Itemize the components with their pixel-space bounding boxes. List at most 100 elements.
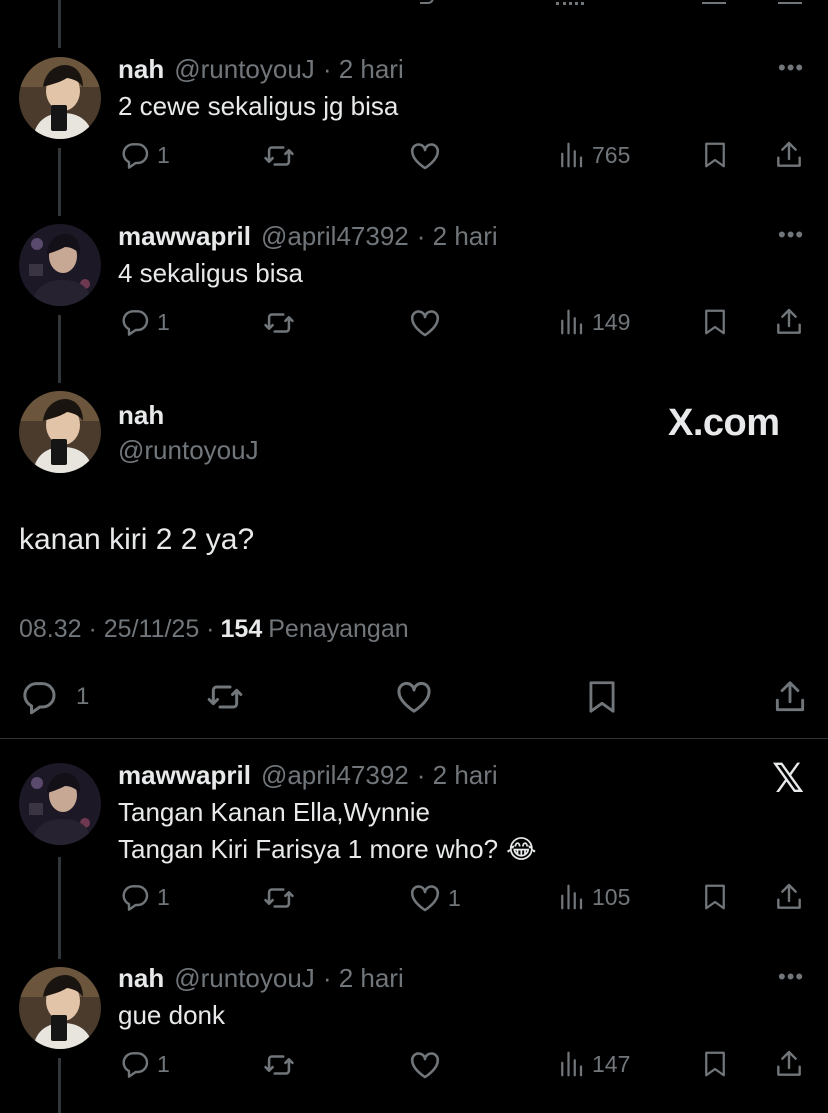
share-button[interactable] (773, 139, 805, 171)
like-button[interactable] (408, 306, 442, 340)
share-icon (773, 306, 805, 338)
display-name[interactable]: nah (118, 400, 164, 431)
emoji: 😂 (506, 834, 537, 864)
retweet-button[interactable] (262, 1048, 296, 1082)
reply-text: gue donk (118, 1000, 225, 1030)
bookmark-button[interactable] (700, 139, 730, 171)
views-button[interactable]: 765 (556, 139, 630, 171)
reply-icon (119, 1048, 151, 1080)
like-button[interactable]: 1 (408, 881, 461, 915)
retweet-button[interactable] (262, 139, 296, 173)
reply-text-line: Tangan Kanan Ella,Wynnie (118, 797, 430, 827)
reply-count: 1 (157, 883, 170, 910)
like-icon (394, 677, 434, 717)
thread-line (58, 148, 61, 216)
bookmark-icon (700, 306, 730, 338)
views-icon (556, 881, 586, 913)
avatar[interactable] (19, 763, 101, 845)
thread-line (58, 315, 61, 383)
post-timestamp[interactable]: 08.32 · 25/11/25 · (19, 615, 215, 644)
like-icon (408, 139, 442, 173)
reply-count: 1 (157, 1050, 170, 1077)
share-button[interactable] (773, 306, 805, 338)
reply-button[interactable]: 1 (119, 881, 170, 913)
bookmark-button[interactable] (700, 881, 730, 913)
retweet-icon (262, 1048, 296, 1082)
reply-count: 1 (76, 683, 90, 710)
reply-button[interactable]: 1 (119, 1048, 170, 1080)
reply-button[interactable]: 1 (119, 306, 170, 338)
timestamp[interactable]: · 2 hari (323, 54, 404, 85)
post-text: kanan kiri 2 2 ya? (19, 523, 255, 556)
share-icon (773, 1048, 805, 1080)
more-icon[interactable]: ••• (778, 224, 804, 246)
timestamp[interactable]: · 2 hari (323, 963, 404, 994)
retweet-button[interactable] (262, 881, 296, 915)
retweet-icon (204, 677, 246, 717)
display-name[interactable]: nah (118, 963, 164, 994)
avatar[interactable] (19, 224, 101, 306)
reply-text: Tangan Kiri Farisya 1 more who? (118, 834, 499, 864)
like-button[interactable] (408, 139, 442, 173)
divider (0, 738, 828, 739)
bookmark-button[interactable] (583, 677, 621, 717)
views-count: 147 (592, 1050, 631, 1077)
partial-action-row (0, 0, 828, 5)
handle[interactable]: @runtoyouJ (174, 54, 315, 85)
timestamp[interactable]: · 2 hari (417, 760, 498, 791)
reply-button[interactable]: 1 (119, 139, 170, 171)
more-icon[interactable]: ••• (778, 57, 804, 79)
reply-icon (19, 677, 59, 717)
like-icon (408, 881, 442, 915)
bookmark-button[interactable] (700, 1048, 730, 1080)
like-button[interactable] (408, 1048, 442, 1082)
views-count: 149 (592, 308, 631, 335)
views-icon (556, 306, 586, 338)
reply-header: nah @runtoyouJ · 2 hari (118, 963, 404, 994)
timestamp[interactable]: · 2 hari (417, 221, 498, 252)
avatar[interactable] (19, 967, 101, 1049)
reply-header: mawwapril @april47392 · 2 hari (118, 760, 498, 791)
views-button[interactable]: 147 (556, 1048, 630, 1080)
views-label: Penayangan (268, 615, 409, 643)
like-button[interactable] (394, 677, 434, 717)
x-logo-icon[interactable]: 𝕏 (772, 756, 804, 802)
reply-header: mawwapril @april47392 · 2 hari (118, 221, 498, 252)
share-icon (773, 881, 805, 913)
handle[interactable]: @april47392 (261, 221, 409, 252)
bookmark-icon (700, 881, 730, 913)
reply-button[interactable]: 1 (19, 677, 89, 717)
views-count: 765 (592, 141, 631, 168)
like-count: 1 (448, 884, 461, 911)
share-button[interactable] (773, 881, 805, 913)
display-name[interactable]: mawwapril (118, 221, 251, 252)
retweet-button[interactable] (262, 306, 296, 340)
retweet-icon (262, 139, 296, 173)
reply-count: 1 (157, 308, 170, 335)
more-icon[interactable]: ••• (778, 966, 804, 988)
handle[interactable]: @april47392 (261, 760, 409, 791)
reply-icon (119, 881, 151, 913)
avatar[interactable] (19, 391, 101, 473)
reply-icon (119, 139, 151, 171)
handle[interactable]: @runtoyouJ (174, 963, 315, 994)
avatar[interactable] (19, 57, 101, 139)
retweet-button[interactable] (204, 677, 246, 717)
views-count: 105 (592, 883, 631, 910)
thread-line (58, 0, 61, 48)
bookmark-button[interactable] (700, 306, 730, 338)
display-name[interactable]: nah (118, 54, 164, 85)
share-icon (771, 677, 809, 717)
like-icon (408, 306, 442, 340)
retweet-icon (262, 881, 296, 915)
share-button[interactable] (773, 1048, 805, 1080)
reply-text: 2 cewe sekaligus jg bisa (118, 91, 399, 121)
reply-icon (119, 306, 151, 338)
share-button[interactable] (771, 677, 809, 717)
views-button[interactable]: 105 (556, 881, 630, 913)
retweet-icon (262, 306, 296, 340)
views-button[interactable]: 149 (556, 306, 630, 338)
handle[interactable]: @runtoyouJ (118, 435, 259, 466)
bookmark-icon (700, 1048, 730, 1080)
display-name[interactable]: mawwapril (118, 760, 251, 791)
